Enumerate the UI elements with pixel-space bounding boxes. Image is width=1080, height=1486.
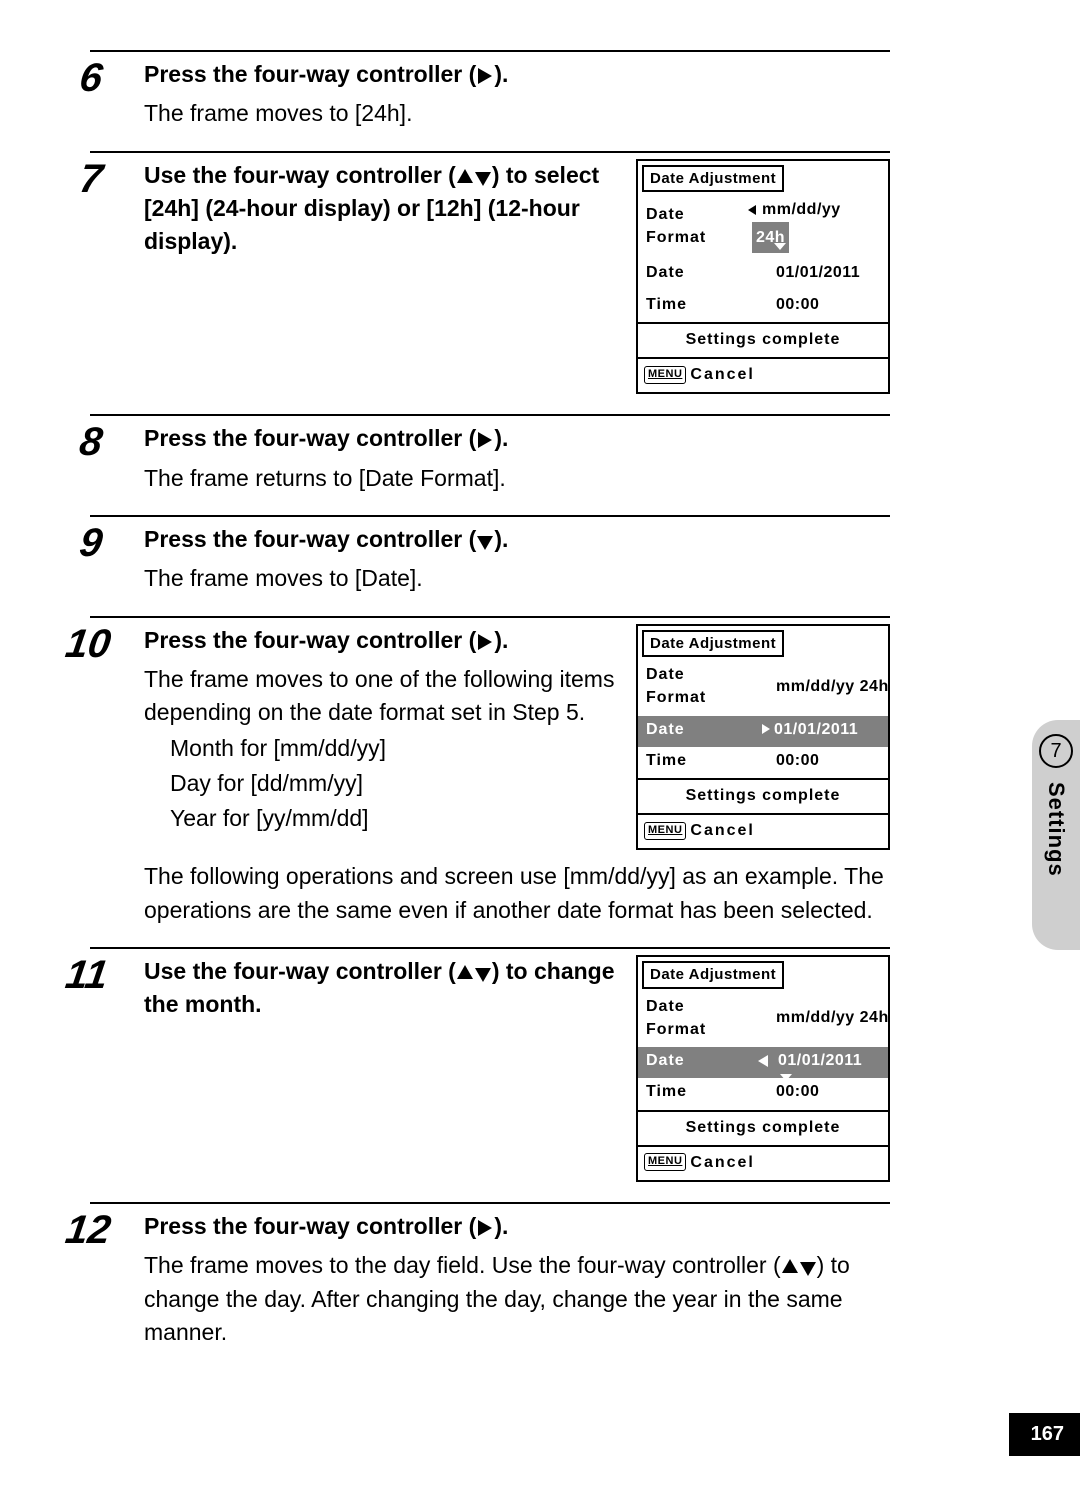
step-title: Press the four-way controller (). <box>144 422 890 455</box>
lcd-complete: Settings complete <box>638 1112 888 1145</box>
lcd-title: Date Adjustment <box>642 630 784 658</box>
step-title: Press the four-way controller (). <box>144 1210 890 1243</box>
step-number: 8 <box>77 422 105 462</box>
right-arrow-icon <box>478 68 492 84</box>
step-number: 7 <box>77 159 105 199</box>
lcd-footer: MENU Cancel <box>638 813 888 848</box>
step-number: 6 <box>77 58 105 98</box>
lcd-title: Date Adjustment <box>642 165 784 193</box>
down-arrow-icon <box>475 172 491 186</box>
step-7: 7 Use the four-way controller () to sele… <box>90 151 890 394</box>
down-arrow-icon <box>475 968 491 982</box>
step-11: 11 Use the four-way controller () to cha… <box>90 947 890 1182</box>
step-6: 6 Press the four-way controller (). The … <box>90 50 890 131</box>
menu-badge: MENU <box>644 366 686 384</box>
chapter-tab: 7 Settings <box>1032 720 1080 950</box>
lcd-row-time: Time 00:00 <box>638 747 888 778</box>
lcd-footer: MENU Cancel <box>638 1145 888 1180</box>
lcd-row-format: Date Format mm/dd/yy 24h <box>638 661 888 715</box>
lcd-row-date-highlight: Date 01/01/2011 <box>638 716 888 747</box>
lcd-screen-2: Date Adjustment Date Format mm/dd/yy 24h… <box>636 624 890 851</box>
step-number: 9 <box>77 523 105 563</box>
step-9: 9 Press the four-way controller (). The … <box>90 515 890 596</box>
lcd-row-date: Date 01/01/2011 <box>638 259 888 290</box>
lcd-footer: MENU Cancel <box>638 357 888 392</box>
up-arrow-icon <box>457 169 473 183</box>
lcd-complete: Settings complete <box>638 780 888 813</box>
up-arrow-icon <box>774 214 786 221</box>
right-arrow-icon <box>478 432 492 448</box>
left-arrow-icon <box>758 1055 768 1067</box>
lcd-screen-1: Date Adjustment Date Format mm/dd/yy 24h <box>636 159 890 394</box>
step-number: 12 <box>63 1210 113 1250</box>
down-arrow-icon <box>477 536 493 550</box>
down-arrow-icon <box>780 1074 792 1081</box>
lcd-row-format: Date Format mm/dd/yy 24h <box>638 196 888 259</box>
lcd-complete: Settings complete <box>638 324 888 357</box>
step-desc: The frame moves to [Date]. <box>144 562 890 595</box>
lcd-row-time: Time 00:00 <box>638 1078 888 1109</box>
up-arrow-icon <box>780 1040 792 1047</box>
up-arrow-icon <box>457 965 473 979</box>
lcd-row-date-highlight: Date 01/01/2011 <box>638 1047 888 1078</box>
step-number: 10 <box>63 624 113 664</box>
step-sub3: Year for [yy/mm/dd] <box>170 802 620 835</box>
manual-page: 6 Press the four-way controller (). The … <box>90 50 890 1369</box>
right-arrow-icon <box>478 634 492 650</box>
step-title: Use the four-way controller () to change… <box>144 955 620 1022</box>
up-arrow-icon <box>782 1259 798 1273</box>
chapter-number: 7 <box>1039 734 1073 768</box>
chapter-label: Settings <box>1043 782 1069 877</box>
step-number: 11 <box>63 955 110 995</box>
right-arrow-icon <box>478 1220 492 1236</box>
step-8: 8 Press the four-way controller (). The … <box>90 414 890 495</box>
menu-badge: MENU <box>644 822 686 840</box>
down-arrow-icon <box>800 1262 816 1276</box>
step-title: Press the four-way controller (). <box>144 58 890 91</box>
step-12: 12 Press the four-way controller (). The… <box>90 1202 890 1349</box>
step-desc: The frame moves to one of the following … <box>144 663 620 730</box>
step-note: The following operations and screen use … <box>144 860 890 927</box>
right-arrow-icon <box>762 724 770 734</box>
lcd-title: Date Adjustment <box>642 961 784 989</box>
step-title: Press the four-way controller (). <box>144 523 890 556</box>
step-sub2: Day for [dd/mm/yy] <box>170 767 620 800</box>
lcd-row-time: Time 00:00 <box>638 291 888 322</box>
page-number: 167 <box>1009 1413 1080 1456</box>
step-title: Press the four-way controller (). <box>144 624 620 657</box>
step-sub1: Month for [mm/dd/yy] <box>170 732 620 765</box>
menu-badge: MENU <box>644 1153 686 1171</box>
step-desc: The frame moves to the day field. Use th… <box>144 1249 890 1349</box>
down-arrow-icon <box>774 243 786 250</box>
step-desc: The frame returns to [Date Format]. <box>144 462 890 495</box>
step-desc: The frame moves to [24h]. <box>144 97 890 130</box>
step-10: 10 Press the four-way controller (). The… <box>90 616 890 928</box>
step-title: Use the four-way controller () to select… <box>144 159 620 259</box>
left-arrow-icon <box>748 205 756 215</box>
lcd-screen-3: Date Adjustment Date Format mm/dd/yy 24h… <box>636 955 890 1182</box>
lcd-row-format: Date Format mm/dd/yy 24h <box>638 993 888 1047</box>
